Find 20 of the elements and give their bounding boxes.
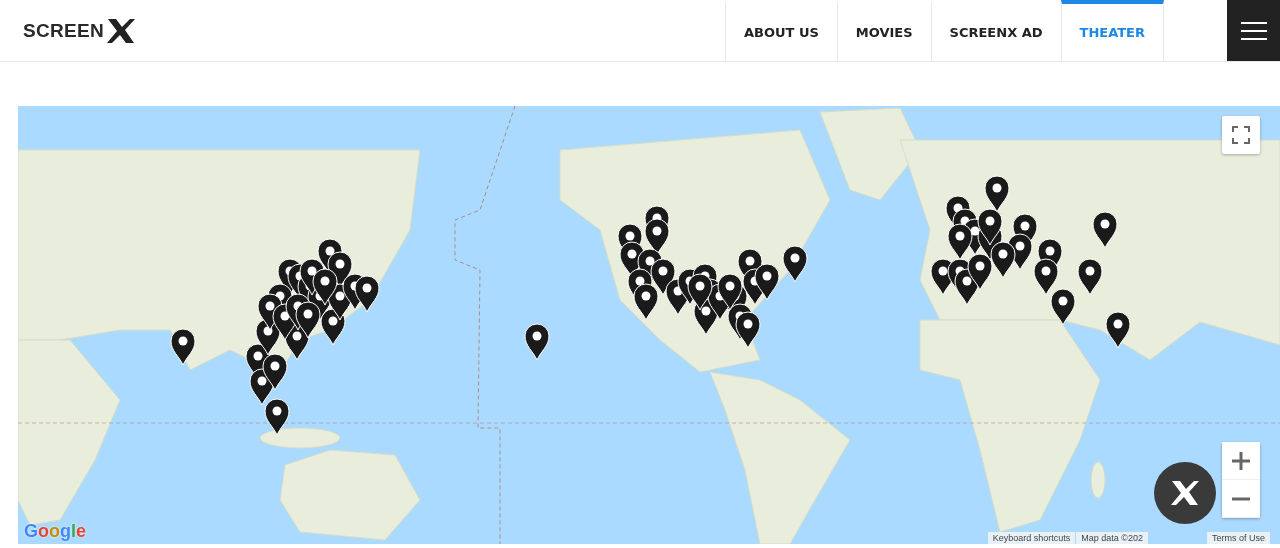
attribution-link[interactable]: Keyboard shortcuts (987, 532, 1076, 544)
plus-icon (1232, 451, 1250, 470)
map-pins-drawing[interactable] (170, 175, 1131, 436)
attribution-link[interactable]: Map data ©202 (1076, 532, 1148, 544)
zoom-in-button[interactable] (1222, 442, 1260, 480)
nav-tab[interactable]: THEATER (1060, 0, 1164, 61)
screenx-logo[interactable]: SCREEN (0, 0, 136, 61)
logo-x-icon (106, 17, 136, 44)
fullscreen-button[interactable] (1222, 116, 1260, 154)
attribution-link[interactable]: Terms of Use (1207, 532, 1270, 544)
fullscreen-icon (1232, 126, 1250, 144)
menu-button[interactable] (1227, 0, 1280, 61)
nav-tab[interactable]: SCREENX AD (930, 0, 1061, 61)
menu-icon (1240, 21, 1267, 40)
nav-tab[interactable]: MOVIES (836, 0, 931, 61)
minus-icon (1232, 496, 1250, 501)
zoom-out-button[interactable] (1222, 480, 1260, 518)
world-map[interactable]: Google Keyboard shortcuts Map data ©202 Terms of Use (18, 106, 1280, 544)
nav-tab[interactable]: ABOUT US (724, 0, 837, 61)
x-logo-icon (1169, 480, 1201, 506)
